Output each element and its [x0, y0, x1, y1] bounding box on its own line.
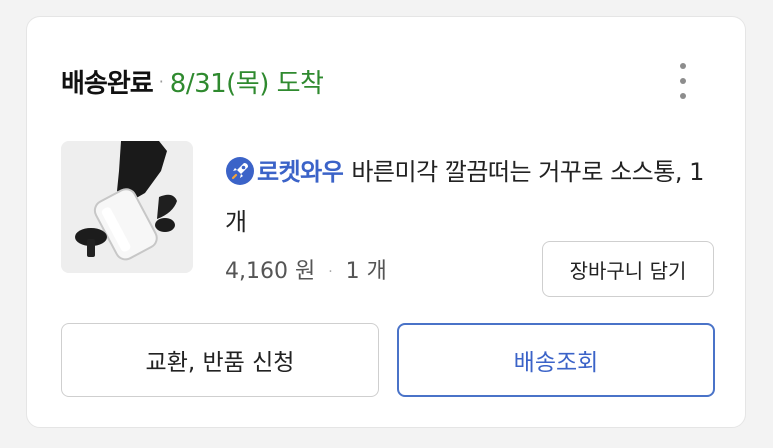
more-dot: [680, 78, 686, 84]
more-dot: [680, 93, 686, 99]
delivery-status: 배송완료: [61, 68, 154, 99]
product-title[interactable]: 로켓와우 바른미각 깔끔떠는 거꾸로 소스통, 1개: [225, 147, 705, 247]
more-options-icon[interactable]: [673, 63, 693, 99]
order-header: 배송완료 · 8/31(목) 도착: [61, 61, 324, 101]
rocket-wow-badge: 로켓와우: [257, 158, 344, 186]
rocket-icon: [226, 157, 254, 185]
arrival-date: 8/31(목) 도착: [169, 68, 324, 99]
product-image: [61, 141, 193, 273]
product-price: 4,160 원: [225, 259, 316, 284]
more-dot: [680, 63, 686, 69]
header-separator: ·: [158, 71, 164, 91]
add-to-cart-button[interactable]: 장바구니 담기: [542, 241, 714, 297]
product-thumbnail[interactable]: [61, 141, 193, 273]
product-quantity: 1 개: [345, 259, 387, 284]
price-quantity: 4,160 원 · 1 개: [225, 253, 387, 285]
price-separator: ·: [328, 264, 333, 280]
exchange-return-button[interactable]: 교환, 반품 신청: [61, 323, 379, 397]
track-delivery-button[interactable]: 배송조회: [397, 323, 715, 397]
order-card: 배송완료 · 8/31(목) 도착 로켓와우 바른미각 깔끔떠는 거꾸로 소스통…: [26, 16, 746, 428]
